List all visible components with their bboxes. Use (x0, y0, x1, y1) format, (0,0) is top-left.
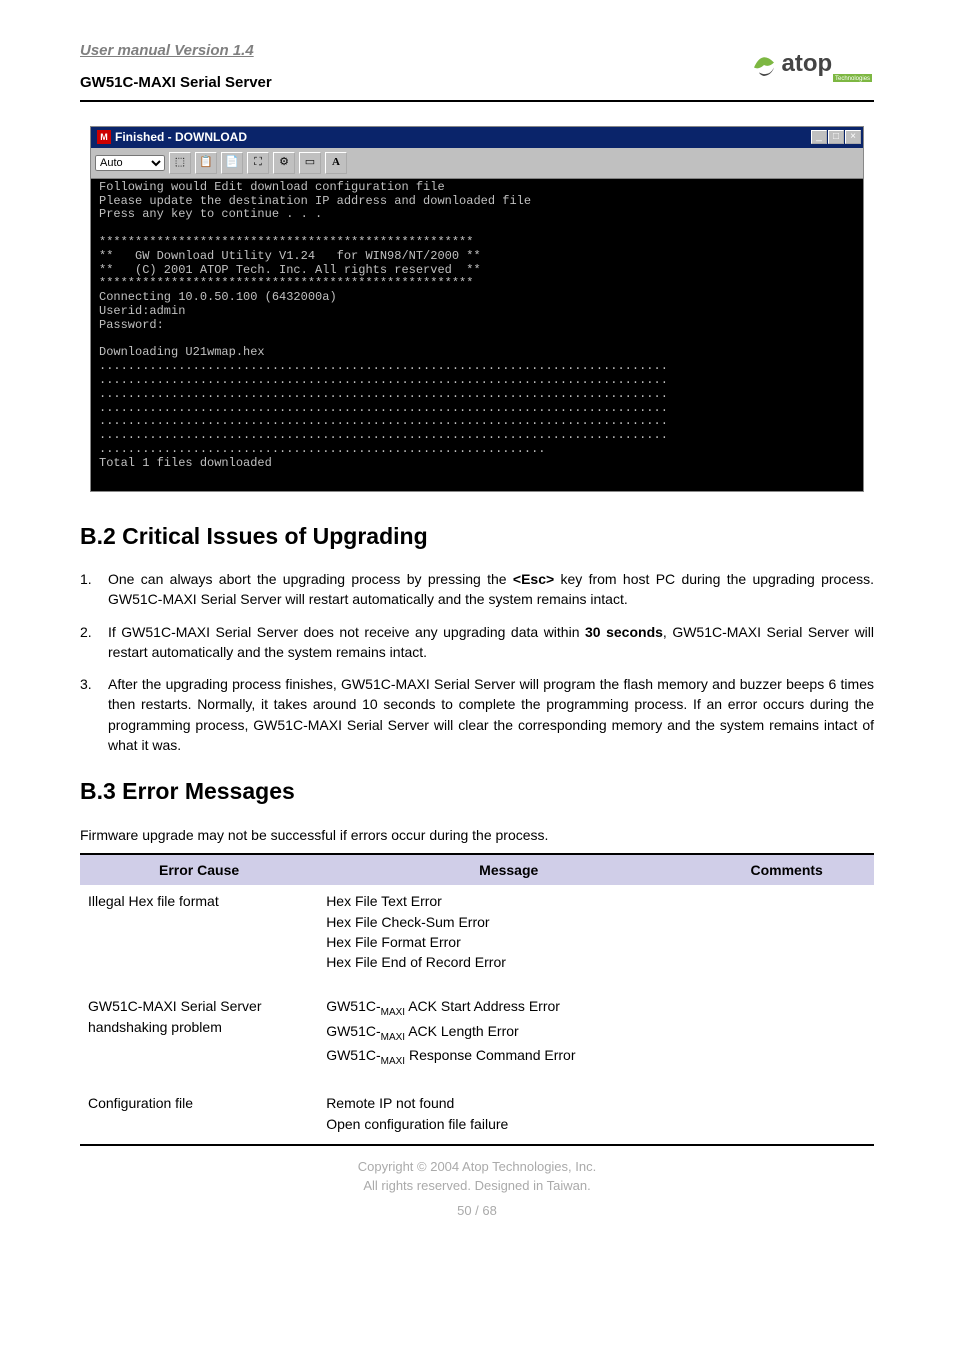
error-table: Error Cause Message Comments Illegal Hex… (80, 853, 874, 1146)
toolbar-paste-button[interactable]: 📄 (221, 152, 243, 174)
page-footer: Copyright © 2004 Atop Technologies, Inc.… (80, 1158, 874, 1221)
terminal-window: M Finished - DOWNLOAD _ □ × Auto ⬚ 📋 📄 ⛶… (90, 126, 864, 492)
list-item: After the upgrading process finishes, GW… (80, 674, 874, 755)
header-left: User manual Version 1.4 GW51C-MAXI Seria… (80, 40, 272, 94)
table-row: Configuration file Remote IP not found O… (80, 1087, 874, 1145)
header-error-cause: Error Cause (80, 854, 318, 885)
section-b3-title: B.3 Error Messages (80, 775, 874, 808)
maximize-button[interactable]: □ (828, 130, 844, 144)
terminal-toolbar: Auto ⬚ 📋 📄 ⛶ ⚙ ▭ A (91, 148, 863, 179)
table-row: GW51C-MAXI Serial Server handshaking pro… (80, 990, 874, 1087)
header-message: Message (318, 854, 699, 885)
cell-comments (699, 990, 874, 1087)
toolbar-copy-button[interactable]: 📋 (195, 152, 217, 174)
cell-cause: Configuration file (80, 1087, 318, 1145)
header-comments: Comments (699, 854, 874, 885)
svg-text:Technologies: Technologies (835, 76, 870, 82)
manual-version: User manual Version 1.4 (80, 40, 272, 62)
cell-comments (699, 1087, 874, 1145)
toolbar-font-button[interactable]: A (325, 152, 347, 174)
cell-comments (699, 885, 874, 990)
atop-logo: atop Technologies (744, 40, 874, 90)
cell-cause: Illegal Hex file format (80, 885, 318, 990)
product-name: GW51C-MAXI Serial Server (80, 72, 272, 94)
section-b2-title: B.2 Critical Issues of Upgrading (80, 520, 874, 553)
page-header: User manual Version 1.4 GW51C-MAXI Seria… (80, 40, 874, 102)
b3-intro: Firmware upgrade may not be successful i… (80, 825, 874, 845)
toolbar-fullscreen-button[interactable]: ⛶ (247, 152, 269, 174)
list-item: One can always abort the upgrading proce… (80, 569, 874, 610)
title-bar: M Finished - DOWNLOAD _ □ × (91, 127, 863, 148)
cell-message: GW51C-MAXI ACK Start Address ErrorGW51C-… (318, 990, 699, 1087)
close-button[interactable]: × (845, 130, 861, 144)
page-number: 50 / 68 (80, 1202, 874, 1221)
toolbar-properties-button[interactable]: ⚙ (273, 152, 295, 174)
font-size-select[interactable]: Auto (95, 155, 165, 171)
footer-rights: All rights reserved. Designed in Taiwan. (80, 1177, 874, 1196)
toolbar-btn-1[interactable]: ⬚ (169, 152, 191, 174)
critical-issues-list: One can always abort the upgrading proce… (80, 569, 874, 755)
minimize-button[interactable]: _ (811, 130, 827, 144)
toolbar-background-button[interactable]: ▭ (299, 152, 321, 174)
cell-message: Hex File Text Error Hex File Check-Sum E… (318, 885, 699, 990)
cell-cause: GW51C-MAXI Serial Server handshaking pro… (80, 990, 318, 1087)
window-title: Finished - DOWNLOAD (115, 129, 247, 146)
window-controls: _ □ × (811, 130, 861, 144)
cell-message: Remote IP not found Open configuration f… (318, 1087, 699, 1145)
terminal-output: Following would Edit download configurat… (91, 179, 863, 491)
msdos-icon: M (97, 130, 111, 144)
table-row: Illegal Hex file format Hex File Text Er… (80, 885, 874, 990)
svg-text:atop: atop (782, 50, 833, 77)
list-item: If GW51C-MAXI Serial Server does not rec… (80, 622, 874, 663)
footer-copyright: Copyright © 2004 Atop Technologies, Inc. (80, 1158, 874, 1177)
